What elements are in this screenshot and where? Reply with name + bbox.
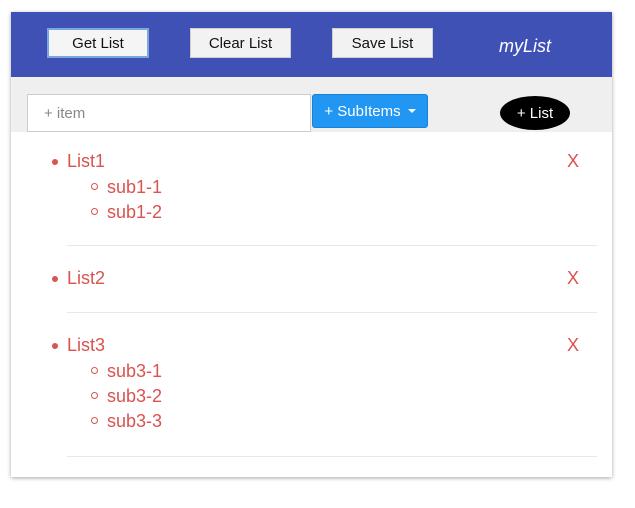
bullet-icon — [52, 343, 58, 349]
toolbar: + SubItems + List — [11, 77, 612, 132]
circle-bullet-icon — [91, 417, 98, 424]
circle-bullet-icon — [91, 208, 98, 215]
list-title-row: List1 X — [11, 149, 612, 175]
app-header: Get List Clear List Save List myList — [11, 12, 612, 77]
circle-bullet-icon — [91, 183, 98, 190]
subitem: sub1-2 — [11, 200, 612, 225]
clear-list-button[interactable]: Clear List — [190, 28, 291, 58]
list-divider — [67, 245, 597, 246]
list-item: List3 X sub3-1 sub3-2 sub3-3 — [11, 333, 612, 453]
list-title[interactable]: List2 — [67, 266, 105, 290]
list-title[interactable]: List3 — [67, 333, 105, 357]
circle-bullet-icon — [91, 367, 98, 374]
subitem: sub3-2 — [11, 384, 612, 409]
subitem: sub3-3 — [11, 409, 612, 434]
caret-down-icon — [407, 109, 416, 113]
add-list-button[interactable]: + List — [500, 96, 570, 130]
subitem-label[interactable]: sub3-2 — [107, 384, 162, 408]
app-brand: myList — [499, 36, 552, 56]
list-divider — [67, 456, 597, 457]
app-card: Get List Clear List Save List myList + S… — [11, 12, 612, 477]
subitem-label[interactable]: sub1-2 — [107, 200, 162, 224]
subitem-label[interactable]: sub1-1 — [107, 175, 162, 199]
subitems-label: + SubItems — [324, 102, 401, 120]
subitem: sub3-1 — [11, 359, 612, 384]
list-title-row: List2 X — [11, 266, 612, 292]
list-item: List2 X — [11, 266, 612, 306]
list-title-row: List3 X — [11, 333, 612, 359]
list-title[interactable]: List1 — [67, 149, 105, 173]
delete-list-button[interactable]: X — [567, 266, 579, 290]
save-list-button[interactable]: Save List — [332, 28, 433, 58]
get-list-button[interactable]: Get List — [47, 28, 149, 58]
subitem-label[interactable]: sub3-3 — [107, 409, 162, 433]
subitems-dropdown-button[interactable]: + SubItems — [312, 94, 428, 128]
bullet-icon — [52, 159, 58, 165]
delete-list-button[interactable]: X — [567, 149, 579, 173]
item-input[interactable] — [27, 94, 311, 132]
circle-bullet-icon — [91, 392, 98, 399]
delete-list-button[interactable]: X — [567, 333, 579, 357]
list-divider — [67, 312, 597, 313]
subitem-label[interactable]: sub3-1 — [107, 359, 162, 383]
bullet-icon — [52, 276, 58, 282]
subitem: sub1-1 — [11, 175, 612, 200]
list-item: List1 X sub1-1 sub1-2 — [11, 149, 612, 249]
